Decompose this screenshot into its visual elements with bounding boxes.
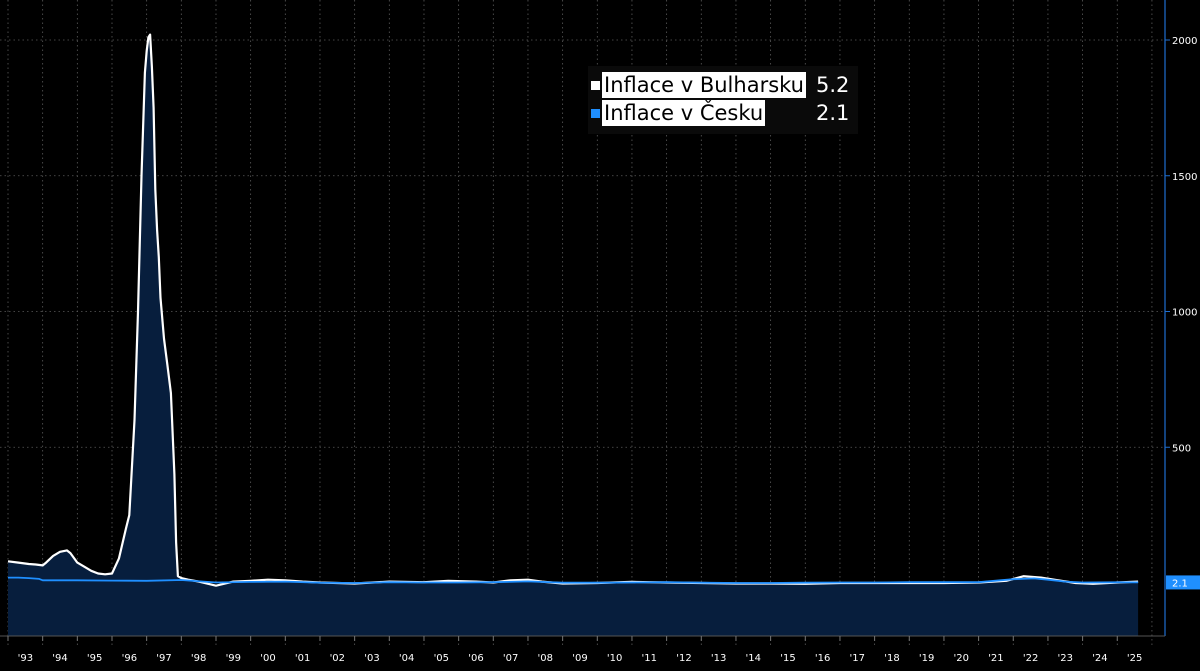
- x-tick-label: '93: [18, 653, 33, 664]
- series-area-bulharsko: [8, 34, 1139, 637]
- x-tick-label: '16: [815, 653, 830, 664]
- x-tick-label: '20: [954, 653, 969, 664]
- x-tick-label: '05: [434, 653, 449, 664]
- x-tick-label: '03: [364, 653, 379, 664]
- legend-label: Inflace v Česku: [602, 100, 766, 126]
- series-areas: [8, 34, 1139, 637]
- x-axis-ticks: '93 '94 '95 '96 '97 '98 '99 '00 '01 '02 '03 '04 '05 '…: [7, 636, 1142, 664]
- x-tick-label: '25: [1127, 653, 1142, 664]
- x-tick-label: '09: [572, 653, 587, 664]
- x-tick-label: '15: [780, 653, 795, 664]
- legend-swatch-blue: [591, 108, 600, 118]
- series-line-bulharsko: [7, 33, 1139, 587]
- x-tick-label: '10: [607, 653, 622, 664]
- x-tick-label: '99: [226, 653, 241, 664]
- y-tick-label: 500: [1172, 443, 1191, 454]
- legend-item-cesko: Inflace v Česku: [588, 99, 766, 127]
- x-tick-label: '94: [52, 653, 67, 664]
- legend: Inflace v Bulharsku 5.2 Inflace v Česku …: [588, 66, 858, 134]
- x-tick-label: '95: [87, 653, 102, 664]
- y-tick-label: 2000: [1172, 36, 1197, 47]
- x-tick-label: '00: [260, 653, 275, 664]
- legend-value: 2.1: [816, 101, 850, 125]
- x-tick-label: '23: [1058, 653, 1073, 664]
- x-tick-label: '11: [642, 653, 657, 664]
- x-tick-label: '02: [330, 653, 345, 664]
- x-tick-label: '01: [295, 653, 310, 664]
- series-lines: [7, 33, 1139, 587]
- x-tick-label: '21: [988, 653, 1003, 664]
- x-tick-label: '12: [676, 653, 691, 664]
- x-tick-label: '04: [399, 653, 414, 664]
- x-tick-label: '98: [191, 653, 206, 664]
- x-tick-label: '97: [156, 653, 171, 664]
- y-axis-ticks: 500 1000 1500 2000: [1165, 36, 1197, 454]
- x-tick-label: '06: [468, 653, 483, 664]
- y-tick-label: 1000: [1172, 308, 1197, 319]
- last-value-marker: 2.1: [1166, 575, 1200, 590]
- x-tick-label: '19: [919, 653, 934, 664]
- last-value-label: 2.1: [1172, 578, 1188, 589]
- x-tick-label: '18: [884, 653, 899, 664]
- x-tick-label: '22: [1023, 653, 1038, 664]
- x-tick-label: '17: [850, 653, 865, 664]
- legend-value: 5.2: [816, 73, 850, 97]
- legend-item-bulharsko: Inflace v Bulharsku: [588, 71, 806, 99]
- x-tick-label: '24: [1092, 653, 1107, 664]
- x-tick-label: '08: [538, 653, 553, 664]
- legend-label: Inflace v Bulharsku: [602, 72, 806, 98]
- x-tick-label: '14: [746, 653, 761, 664]
- legend-swatch-white: [591, 80, 600, 90]
- x-tick-label: '07: [503, 653, 518, 664]
- y-tick-label: 1500: [1172, 172, 1197, 183]
- x-tick-label: '13: [711, 653, 726, 664]
- x-tick-label: '96: [122, 653, 137, 664]
